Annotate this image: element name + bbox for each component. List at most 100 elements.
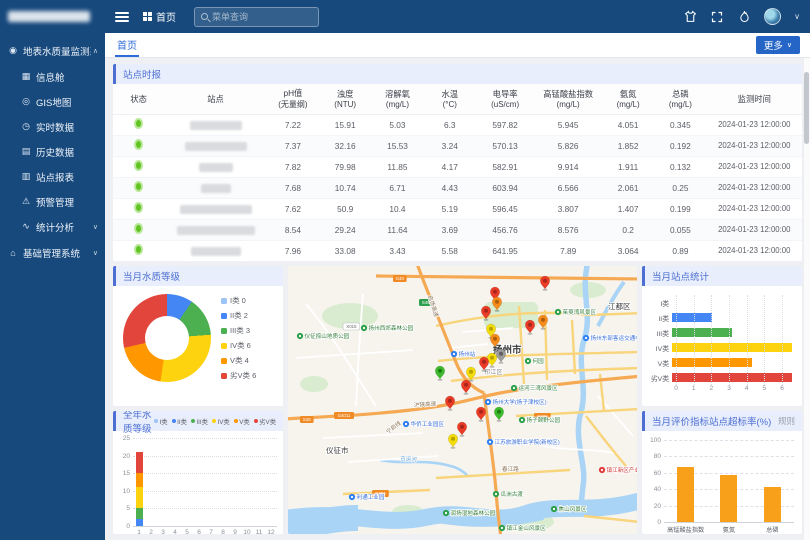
chevron-down-icon: ∨ xyxy=(787,41,792,49)
map-pin-red[interactable] xyxy=(461,380,470,395)
status-ok-dot xyxy=(134,181,143,192)
cell-value: 597.82 xyxy=(476,114,534,135)
map-poi[interactable]: 何园 xyxy=(525,357,544,365)
legend-item[interactable]: IV类 6 xyxy=(221,340,256,351)
map-poi[interactable]: 扬州西郊森林公园 xyxy=(361,324,414,332)
map-road-label: 春江路 xyxy=(502,465,519,473)
breadcrumb-home[interactable]: 首页 xyxy=(143,9,176,24)
map-poi[interactable]: 镇江金山风景区 xyxy=(499,524,546,532)
sidebar-item-信息舱[interactable]: ▦信息舱 xyxy=(0,64,105,89)
legend-item[interactable]: I类 0 xyxy=(221,295,256,306)
table-row: 8.5429.2411.643.69456.768.5760.20.055202… xyxy=(113,219,802,240)
legend-item[interactable]: III类 xyxy=(191,417,208,426)
exceed-rate-title: 当月评价指标站点超标率(%) xyxy=(652,414,771,428)
cell-value: 603.94 xyxy=(476,177,534,198)
exceed-rate-panel: 当月评价指标站点超标率(%) 规则 020406080100 高锰酸盐指数氨氮总… xyxy=(642,411,802,534)
exceed-rate-bar xyxy=(677,467,694,522)
map-poi[interactable]: 华侨工业园区 xyxy=(403,420,445,428)
map-poi[interactable]: 江苏旅游职业学院(新校区) xyxy=(487,438,560,446)
map-poi[interactable]: 扬州站 xyxy=(451,350,476,358)
svg-text:镇江新区产业园: 镇江新区产业园 xyxy=(607,466,638,474)
vertical-scrollbar[interactable] xyxy=(803,58,810,540)
sidebar-item-历史数据[interactable]: ▤历史数据 xyxy=(0,139,105,164)
logo-bar xyxy=(0,0,105,33)
legend-item[interactable]: I类 xyxy=(154,417,168,426)
cell-value: 0.055 xyxy=(654,219,706,240)
map-poi[interactable]: 仪征捺山地质公园 xyxy=(297,332,350,340)
map-pin-red[interactable] xyxy=(525,320,534,335)
map-poi[interactable]: 运河三湾风景区 xyxy=(511,384,558,392)
legend-item[interactable]: II类 xyxy=(172,417,187,426)
map-pin-green[interactable] xyxy=(494,407,503,422)
search-input[interactable] xyxy=(212,12,312,22)
sidebar-group-system[interactable]: ◉地表水质量监测系统∧ xyxy=(0,37,105,64)
map-pin-red[interactable] xyxy=(476,407,485,422)
legend-item[interactable]: 劣V类 6 xyxy=(221,370,256,381)
station-name-redacted xyxy=(180,205,252,214)
hbar-category-label: III类 xyxy=(646,328,672,338)
menu-search[interactable] xyxy=(194,7,319,27)
sidebar-item-实时数据[interactable]: ◷实时数据 xyxy=(0,114,105,139)
cell-value: 6.3 xyxy=(424,114,476,135)
sidebar-group-base[interactable]: ⌂基础管理系统∨ xyxy=(0,239,105,266)
legend-item[interactable]: V类 xyxy=(234,417,250,426)
map-poi[interactable]: 扬州大学(扬子津校区) xyxy=(485,398,547,406)
map-panel[interactable]: G40S49S28G4011S353X015S336 扬州西郊森林公园仪征捺山地… xyxy=(288,266,637,534)
status-ok-dot xyxy=(134,139,143,150)
road-shield: X015 xyxy=(343,323,360,330)
cell-value: 6.566 xyxy=(534,177,602,198)
theme-icon[interactable] xyxy=(683,10,697,24)
donut-chart xyxy=(123,294,211,382)
map-pin-gray[interactable] xyxy=(496,349,505,364)
right-column: 当月站点统计 I类II类III类IV类V类劣V类 0123456 当月评价指标站… xyxy=(642,266,802,534)
cell-value: 4.051 xyxy=(602,114,654,135)
sidebar-item-站点报表[interactable]: ▥站点报表 xyxy=(0,164,105,189)
station-name-redacted xyxy=(190,121,242,130)
legend-item[interactable]: 劣V类 xyxy=(254,417,276,426)
cell-value: 582.91 xyxy=(476,156,534,177)
station-report-panel: 站点时报 状态站点pH值(无量纲)浊度(NTU)溶解氧(mg/L)水温(°C)电… xyxy=(113,64,802,261)
station-table-head: 状态站点pH值(无量纲)浊度(NTU)溶解氧(mg/L)水温(°C)电导率(uS… xyxy=(113,84,802,114)
cell-value: 3.24 xyxy=(424,135,476,156)
flame-icon[interactable] xyxy=(737,10,751,24)
map-poi[interactable]: 润扬湿地森林公园 xyxy=(443,509,496,517)
scrollbar-thumb[interactable] xyxy=(804,72,809,144)
user-menu-caret-icon[interactable]: ∨ xyxy=(794,12,800,21)
cell-value: 1.852 xyxy=(602,135,654,156)
cell-value: 641.95 xyxy=(476,240,534,261)
cell-value: 29.24 xyxy=(319,219,371,240)
map-poi[interactable]: 扬州东部客运交通中心 xyxy=(583,334,637,342)
cell-value: 3.43 xyxy=(371,240,423,261)
map-road-label: 启扬高速 xyxy=(426,294,441,318)
cell-value: 0.89 xyxy=(654,240,706,261)
more-button[interactable]: 更多∨ xyxy=(756,36,800,54)
legend-item[interactable]: III类 3 xyxy=(221,325,256,336)
map-poi[interactable]: 扬子颐野公园 xyxy=(519,416,561,424)
station-report-title: 站点时报 xyxy=(123,67,161,81)
bottom-grid: 当月水质等级 I类 0II类 2III类 3IV类 6V类 4劣V类 6 全年水… xyxy=(113,266,802,534)
cell-value: 570.13 xyxy=(476,135,534,156)
exceed-rate-bar xyxy=(720,475,737,522)
stacked-bar-segment xyxy=(136,473,143,487)
hamburger-icon[interactable] xyxy=(115,12,129,22)
legend-item[interactable]: II类 2 xyxy=(221,310,256,321)
tab-home[interactable]: 首页 xyxy=(115,33,139,57)
topbar-actions: ∨ xyxy=(683,8,800,25)
map-pin-red[interactable] xyxy=(540,276,549,291)
legend-item[interactable]: IV类 xyxy=(212,417,230,426)
cell-value: 1.407 xyxy=(602,198,654,219)
sidebar-item-统计分析[interactable]: ∿统计分析∨ xyxy=(0,214,105,239)
sidebar-item-预警管理[interactable]: ⚠预警管理 xyxy=(0,189,105,214)
sidebar: ◉地表水质量监测系统∧▦信息舱◎GIS地图◷实时数据▤历史数据▥站点报表⚠预警管… xyxy=(0,0,105,540)
legend-item[interactable]: V类 4 xyxy=(221,355,256,366)
exceed-rate-rules-link[interactable]: 规则 xyxy=(778,415,795,427)
table-row: 7.2215.915.036.3597.825.9454.0510.345202… xyxy=(113,114,802,135)
map-pin-yellow[interactable] xyxy=(448,434,457,449)
user-avatar[interactable] xyxy=(764,8,781,25)
fullscreen-icon[interactable] xyxy=(710,10,724,24)
map-pin-red[interactable] xyxy=(445,396,454,411)
sidebar-item-GIS地图[interactable]: ◎GIS地图 xyxy=(0,89,105,114)
map-poi[interactable]: 镇江新区产业园 xyxy=(599,466,637,474)
map-pin-red[interactable] xyxy=(457,422,466,437)
map-pin-green[interactable] xyxy=(435,366,444,381)
